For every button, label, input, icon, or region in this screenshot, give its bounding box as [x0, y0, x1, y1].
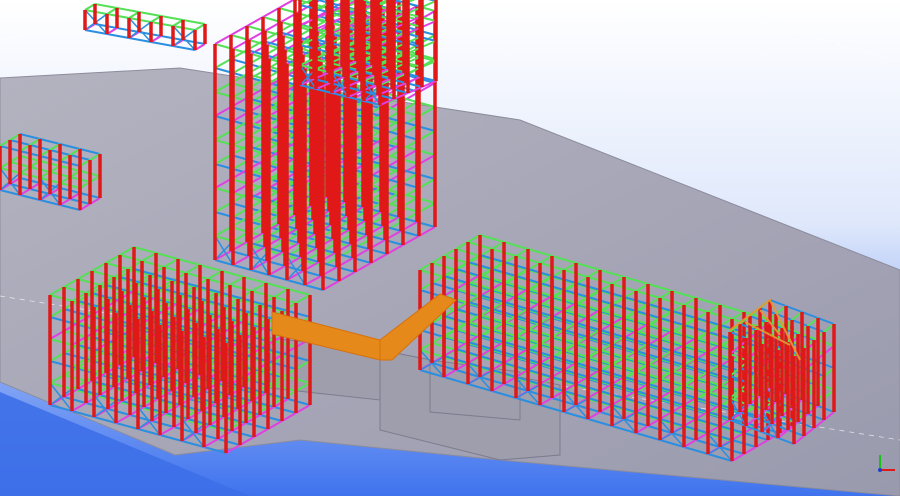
structural-model-scene[interactable]	[0, 0, 900, 496]
model-3d-viewport[interactable]	[0, 0, 900, 496]
